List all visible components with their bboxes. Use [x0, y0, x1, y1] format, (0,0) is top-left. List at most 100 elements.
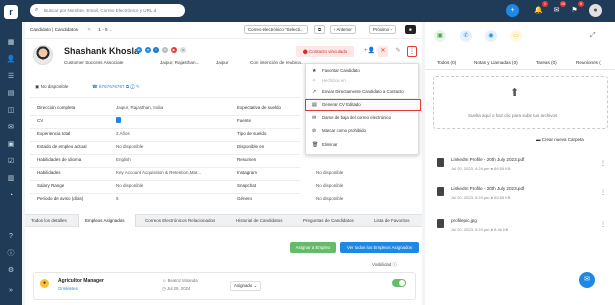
- menu-item-unsubscribe[interactable]: ✉ Darse de baja del correo electrónico: [306, 113, 420, 123]
- file-menu-icon[interactable]: ⋮: [600, 160, 606, 167]
- expand-sidebar-icon[interactable]: »: [6, 286, 16, 296]
- phone-number[interactable]: 6767676767: [99, 84, 125, 89]
- notifications-icon[interactable]: 🔔 1: [532, 1, 548, 17]
- more-options-button[interactable]: ⋮: [407, 46, 417, 57]
- facebook-icon[interactable]: f: [153, 47, 159, 53]
- location-city: Jaipur: [216, 60, 229, 65]
- help-icon[interactable]: ?: [6, 232, 16, 242]
- job-card[interactable]: [33, 272, 416, 300]
- tab-tasks[interactable]: Tareas (0): [536, 60, 557, 65]
- cv-document-icon[interactable]: [116, 117, 121, 123]
- create-folder-button[interactable]: ▬ Crear nueva Carpeta: [536, 137, 584, 142]
- add-person-icon[interactable]: +👤: [364, 46, 375, 57]
- edit-pencil-icon[interactable]: ✎: [393, 46, 403, 57]
- youtube-icon[interactable]: ▶: [171, 47, 177, 53]
- row-divider: [30, 115, 300, 116]
- app-logo[interactable]: r: [4, 5, 18, 19]
- lock-icon[interactable]: ●: [145, 47, 151, 53]
- sms-icon[interactable]: ▣: [434, 30, 446, 42]
- send-icon: ↗: [312, 89, 317, 95]
- trash-icon: 🗑: [312, 142, 319, 148]
- expand-icon[interactable]: ⤢: [590, 32, 596, 40]
- email-selector-button[interactable]: Correo electrónico "Selecti...: [244, 25, 308, 34]
- menu-item-generate-cv[interactable]: ▤ Generar CV Editado: [305, 99, 421, 111]
- candidates-icon[interactable]: 👤: [6, 55, 16, 65]
- edit-icon[interactable]: ✎: [87, 27, 91, 32]
- tab-meetings[interactable]: Reuniones (: [576, 60, 601, 65]
- tab-assigned-jobs[interactable]: Empleos Asignados: [85, 218, 125, 223]
- row-divider: [30, 180, 300, 181]
- tab-candidate-questions[interactable]: Preguntas de Candidatos: [303, 218, 354, 223]
- file-meta: Jul 20, 2023, 4:24 pm ● 69.55 KB: [451, 195, 511, 200]
- analytics-icon[interactable]: ◔: [6, 191, 16, 201]
- avatar: [33, 45, 53, 65]
- detail-value: No disponible: [316, 170, 344, 175]
- dashboard-icon[interactable]: ▦: [6, 38, 16, 48]
- user-avatar[interactable]: ●: [589, 4, 602, 17]
- tab-all-details[interactable]: Todos los detalles: [31, 218, 67, 223]
- upload-dropzone[interactable]: [433, 76, 608, 129]
- settings-icon[interactable]: ⚙: [6, 266, 16, 276]
- more-options-menu: ★ Favoritar Candidato ✧ Hechizos en ↗ Envia…: [305, 63, 421, 155]
- tab-all-activity[interactable]: Todos (0): [437, 60, 456, 65]
- breadcrumb[interactable]: Candidato | Candidatos ✎ 1 - 5 ⌄: [30, 27, 113, 33]
- job-company[interactable]: Grinkletes: [58, 286, 78, 291]
- menu-item-send-to-contact[interactable]: ↗ Enviar Directamente Candidato a Contact…: [306, 87, 420, 97]
- calendar-icon[interactable]: ▣: [6, 140, 16, 150]
- search-placeholder: Buscar por Nombre, Email, Correo Electró…: [44, 8, 157, 13]
- tab-related-emails[interactable]: Correos Electrónicos Relacionados: [145, 218, 215, 223]
- star-icon: ★: [312, 68, 317, 74]
- contacts-icon[interactable]: ☰: [6, 72, 16, 82]
- phone-icon[interactable]: ✆: [460, 30, 472, 42]
- chat-support-icon[interactable]: ✉: [579, 272, 595, 288]
- assign-to-job-button[interactable]: Asignar a Empleo: [290, 242, 336, 253]
- job-stage-dropdown[interactable]: Asignado ⌄: [230, 281, 262, 291]
- github-icon[interactable]: ●: [162, 47, 168, 53]
- file-menu-icon[interactable]: ⋮: [600, 189, 606, 196]
- global-search-input[interactable]: ⌕ Buscar por Nombre, Email, Correo Elect…: [30, 4, 185, 17]
- file-name[interactable]: LinkedIn Profile - 20th July 2023.pdf: [451, 157, 524, 162]
- menu-item-mark-prohibited[interactable]: ⊘ Marcar como prohibido: [306, 126, 420, 136]
- job-title[interactable]: Agricultor Manager: [58, 278, 104, 284]
- file-meta: Jul 20, 2023, 4:24 pm ● 8.46 KB: [451, 227, 509, 232]
- status-badge[interactable]: ⬤ Contacto vinculado: [296, 46, 354, 57]
- task-icon[interactable]: ▭: [510, 30, 522, 42]
- info-icon[interactable]: ⓘ: [392, 262, 396, 267]
- sparkle-icon: ✧: [312, 78, 317, 84]
- folder-icon: ▬: [536, 137, 541, 142]
- remove-icon[interactable]: ✕: [378, 46, 388, 57]
- tab-candidate-history[interactable]: Historial de Candidatos: [236, 218, 283, 223]
- tasks-icon[interactable]: ☑: [6, 157, 16, 167]
- prev-button[interactable]: ‹ Anterior: [330, 25, 356, 34]
- detail-label: Experiencia total: [37, 131, 71, 136]
- messages-icon[interactable]: ✉ 15: [550, 1, 566, 17]
- phone-link[interactable]: ☎ 6767676767 ⧉ ⓘ ✎: [92, 84, 140, 90]
- companies-icon[interactable]: ▤: [6, 89, 16, 99]
- next-button[interactable]: Próximo ›: [369, 25, 396, 34]
- jobs-icon[interactable]: ◫: [6, 106, 16, 116]
- view-all-jobs-button[interactable]: Ver todos los Empleos Asignados: [340, 242, 419, 253]
- reports-icon[interactable]: ▥: [6, 174, 16, 184]
- detail-label: Estado de empleo actual: [37, 144, 87, 149]
- messages-badge: 15: [560, 1, 566, 7]
- add-button[interactable]: +: [506, 4, 519, 17]
- file-name[interactable]: LinkedIn Profile - 20th July 2023.pdf: [451, 186, 524, 191]
- menu-item-delete[interactable]: 🗑 Eliminar: [306, 140, 420, 150]
- alerts-icon[interactable]: ⚑ 8: [568, 1, 584, 17]
- visibility-toggle[interactable]: [392, 279, 406, 287]
- job-date-text: Jul 29, 2024: [166, 286, 191, 291]
- tab-notes-calls[interactable]: Notas y Llamadas (0): [474, 60, 518, 65]
- video-icon[interactable]: ■: [405, 25, 416, 34]
- copy-icon[interactable]: ⧉: [314, 25, 326, 34]
- meeting-icon[interactable]: ◉: [485, 30, 497, 42]
- info-icon[interactable]: ⓘ: [6, 249, 16, 259]
- breadcrumb-label[interactable]: Candidato | Candidatos: [30, 27, 78, 32]
- menu-item-favorite[interactable]: ★ Favoritar Candidato: [306, 66, 420, 76]
- chevron-down-icon[interactable]: ⌄: [109, 27, 113, 32]
- link-icon[interactable]: ∞: [180, 47, 186, 53]
- mail-icon[interactable]: ✉: [6, 123, 16, 133]
- file-name[interactable]: profilepic.jpg: [451, 218, 477, 223]
- file-menu-icon[interactable]: ⋮: [600, 221, 606, 228]
- linkedin-icon[interactable]: in: [136, 47, 142, 53]
- tab-favorites-list[interactable]: Lista de Favoritos: [374, 218, 410, 223]
